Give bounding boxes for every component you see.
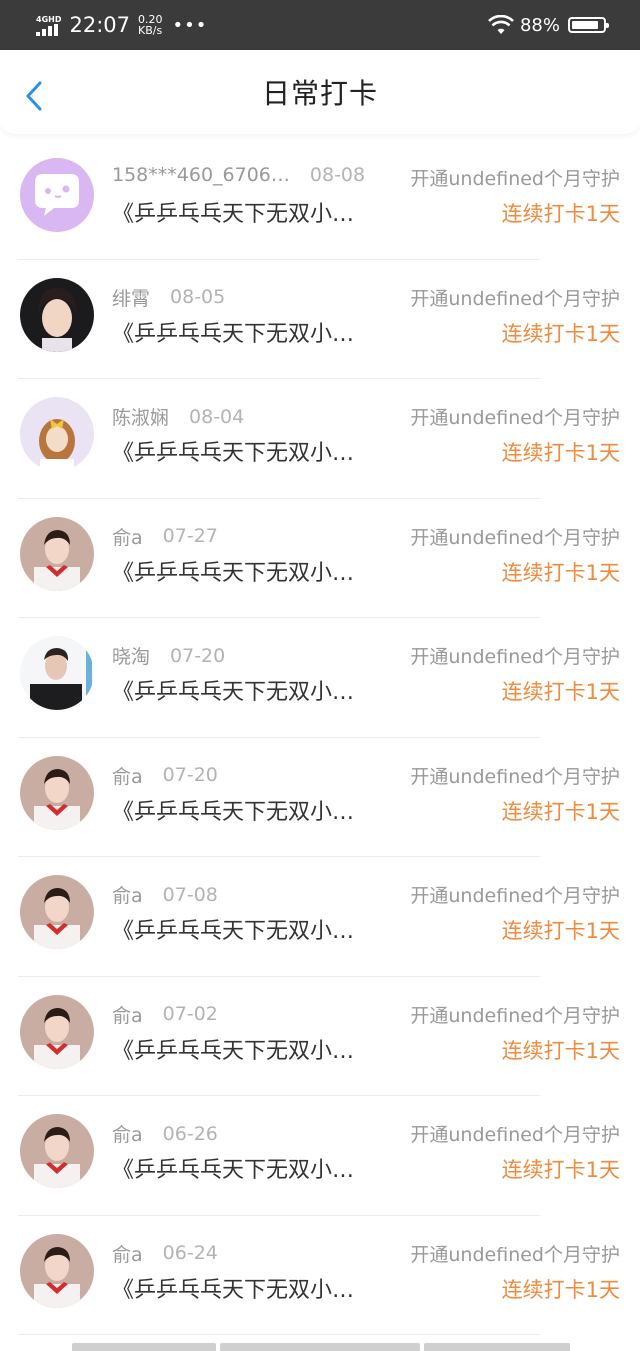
streak-badge: 连续打卡1天 xyxy=(501,799,620,824)
checkin-date: 06-24 xyxy=(162,1242,218,1264)
avatar[interactable] xyxy=(20,636,94,710)
checkin-date: 06-26 xyxy=(162,1122,218,1145)
list-item[interactable]: 俞a 07-27 开通undefined个月守护《乒乒乓乓天下无双小… 连续打卡1天 xyxy=(0,499,640,619)
battery-icon xyxy=(568,17,609,33)
name-line: 绯霄 08-05 xyxy=(112,284,225,311)
page-title: 日常打卡 xyxy=(261,77,378,110)
clock: 22:07 xyxy=(69,13,130,37)
list-item[interactable]: 绯霄 08-05 开通undefined个月守护《乒乒乓乓天下无双小… 连续打卡1天 xyxy=(0,260,640,380)
checkin-content: 《乒乒乓乓天下无双小… xyxy=(112,560,355,586)
network-speed-unit: KB/s xyxy=(138,24,163,37)
streak-badge: 连续打卡1天 xyxy=(501,919,620,943)
streak-badge: 连续打卡1天 xyxy=(501,321,620,346)
network-speed: 0.20 KB/s xyxy=(138,14,163,36)
name-line: 俞a 07-20 xyxy=(112,762,218,789)
user-name[interactable]: 俞a xyxy=(112,1120,143,1147)
checkin-date: 07-20 xyxy=(162,764,218,786)
checkin-content: 《乒乒乓乓天下无双小… xyxy=(112,202,355,227)
checkin-content: 《乒乒乓乓天下无双小… xyxy=(112,680,355,705)
header: 日常打卡 xyxy=(0,50,640,134)
list-item[interactable]: 陈淑娴 08-04 开通undefined个月守护《乒乒乓乓天下无双小… 连续打卡1天 xyxy=(0,379,640,499)
status-bar-right: 88% xyxy=(488,14,609,36)
guard-status: 开通undefined个月守护 xyxy=(410,1124,620,1146)
guard-status: 开通undefined个月守护 xyxy=(410,168,620,190)
network-indicator: 4GHD xyxy=(36,15,61,36)
guard-status: 开通undefined个月守护 xyxy=(410,1243,620,1266)
avatar[interactable] xyxy=(20,994,94,1069)
network-type: 4GHD xyxy=(36,14,62,24)
checkin-date: 08-05 xyxy=(170,286,226,308)
checkin-list: 158***460_6706… 08-08 开通undefined个月守护 《乒乒乓乓… xyxy=(0,134,640,1335)
checkin-date: 07-02 xyxy=(162,1003,218,1025)
name-line: 俞a 06-24 xyxy=(112,1240,218,1267)
checkin-date: 07-27 xyxy=(162,525,218,547)
wifi-icon xyxy=(488,15,514,34)
checkin-content: 《乒乒乓乓天下无双小… xyxy=(112,441,355,466)
streak-badge: 连续打卡1天 xyxy=(501,1038,620,1063)
name-line: 俞a 07-27 xyxy=(112,523,218,550)
avatar[interactable] xyxy=(20,1114,94,1188)
user-name[interactable]: 俞a xyxy=(112,762,143,789)
name-line: 晓淘 07-20 xyxy=(112,642,225,669)
streak-badge: 连续打卡1天 xyxy=(501,680,620,704)
avatar[interactable] xyxy=(20,516,94,591)
checkin-content: 《乒乒乓乓天下无双小… xyxy=(112,1158,355,1183)
list-item[interactable]: 俞a 06-24 开通undefined个月守护《乒乒乓乓天下无双小… 连续打卡1天 xyxy=(0,1216,640,1336)
user-name[interactable]: 俞a xyxy=(112,881,143,908)
name-line: 俞a 07-02 xyxy=(112,1001,218,1028)
streak-badge: 连续打卡1天 xyxy=(501,1158,620,1182)
checkin-date: 07-08 xyxy=(162,883,218,906)
name-line: 俞a 06-26 xyxy=(112,1120,218,1147)
list-item[interactable]: 俞a 07-08 开通undefined个月守护《乒乒乓乓天下无双小… 连续打卡1天 xyxy=(0,857,640,977)
avatar[interactable] xyxy=(20,397,94,471)
checkin-content: 《乒乒乓乓天下无双小… xyxy=(112,321,355,347)
battery-percent: 88% xyxy=(519,14,560,36)
user-name[interactable]: 绯霄 xyxy=(112,284,150,311)
signal-icon xyxy=(36,23,58,36)
guard-status: 开通undefined个月守护 xyxy=(410,885,620,907)
checkin-content: 《乒乒乓乓天下无双小… xyxy=(112,919,355,944)
checkin-content: 《乒乒乓乓天下无双小… xyxy=(112,799,355,825)
checkin-date: 07-20 xyxy=(170,644,226,667)
avatar[interactable] xyxy=(20,875,94,949)
list-item[interactable]: 俞a 07-02 开通undefined个月守护《乒乒乓乓天下无双小… 连续打卡1天 xyxy=(0,977,640,1097)
status-bar: 4GHD 22:07 0.20 KB/s ••• 88% xyxy=(0,0,640,50)
checkin-date: 08-04 xyxy=(189,405,245,428)
streak-badge: 连续打卡1天 xyxy=(501,560,620,585)
user-name[interactable]: 俞a xyxy=(112,1001,143,1028)
guard-status: 开通undefined个月守护 xyxy=(410,526,620,549)
guard-status: 开通undefined个月守护 xyxy=(410,407,620,429)
status-bar-left: 4GHD 22:07 0.20 KB/s ••• xyxy=(36,13,207,37)
avatar[interactable] xyxy=(20,1233,94,1308)
checkin-content: 《乒乒乓乓天下无双小… xyxy=(112,1277,355,1303)
avatar[interactable] xyxy=(20,158,94,232)
list-item[interactable]: 俞a 07-20 开通undefined个月守护《乒乒乓乓天下无双小… 连续打卡1天 xyxy=(0,738,640,858)
checkin-date: 08-08 xyxy=(309,164,366,186)
list-item[interactable]: 俞a 06-26 开通undefined个月守护《乒乒乓乓天下无双小… 连续打卡1天 xyxy=(0,1096,640,1216)
streak-badge: 连续打卡1天 xyxy=(501,202,620,226)
user-name[interactable]: 陈淑娴 xyxy=(112,403,169,430)
streak-badge: 连续打卡1天 xyxy=(501,441,620,465)
user-name[interactable]: 俞a xyxy=(112,1240,143,1267)
name-line: 158***460_6706… 08-08 xyxy=(112,164,365,186)
avatar[interactable] xyxy=(20,755,94,830)
name-line: 俞a 07-08 xyxy=(112,881,218,908)
list-item[interactable]: 158***460_6706… 08-08 开通undefined个月守护《乒乒乓乓… xyxy=(0,140,640,260)
avatar[interactable] xyxy=(20,277,94,352)
guard-status: 开通undefined个月守护 xyxy=(410,1004,620,1027)
name-line: 陈淑娴 08-04 xyxy=(112,403,244,430)
guard-status: 开通undefined个月守护 xyxy=(410,287,620,310)
battery-fill xyxy=(572,21,598,29)
checkin-content: 《乒乒乓乓天下无双小… xyxy=(112,1038,355,1064)
bottom-edge xyxy=(0,1343,640,1351)
chevron-left-icon[interactable] xyxy=(24,81,44,111)
more-notifications-icon: ••• xyxy=(172,14,208,36)
user-name[interactable]: 158***460_6706… xyxy=(112,164,290,186)
user-name[interactable]: 晓淘 xyxy=(112,642,150,669)
guard-status: 开通undefined个月守护 xyxy=(410,646,620,668)
guard-status: 开通undefined个月守护 xyxy=(410,765,620,788)
streak-badge: 连续打卡1天 xyxy=(501,1277,620,1302)
list-item[interactable]: 晓淘 07-20 开通undefined个月守护《乒乒乓乓天下无双小… 连续打卡1天 xyxy=(0,618,640,738)
user-name[interactable]: 俞a xyxy=(112,523,143,550)
